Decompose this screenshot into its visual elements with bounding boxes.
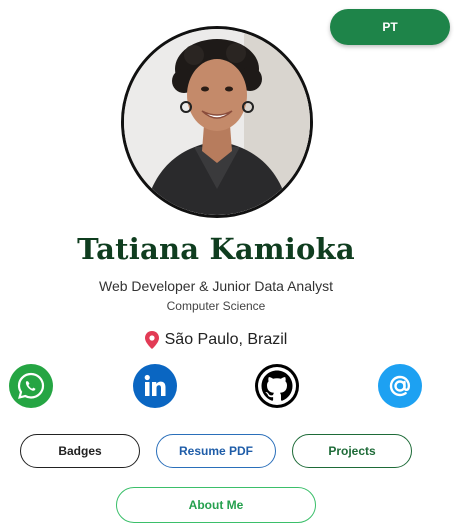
profile-location: São Paulo, Brazil [0, 331, 432, 349]
projects-button[interactable]: Projects [292, 434, 412, 468]
profile-name: Tatiana Kamioka [77, 232, 355, 266]
map-pin-icon [144, 331, 159, 349]
language-toggle-button[interactable]: PT [330, 9, 450, 45]
email-link[interactable] [378, 364, 422, 408]
profile-role: Web Developer & Junior Data Analyst [99, 278, 333, 294]
github-icon [258, 367, 296, 405]
profile-field: Computer Science [166, 299, 266, 313]
about-me-button[interactable]: About Me [116, 487, 316, 523]
avatar [121, 26, 313, 218]
resume-pdf-button[interactable]: Resume PDF [156, 434, 276, 468]
whatsapp-icon [17, 372, 45, 399]
at-icon [389, 375, 411, 397]
badges-button[interactable]: Badges [20, 434, 140, 468]
whatsapp-link[interactable] [9, 364, 53, 408]
avatar-photo [124, 29, 310, 215]
github-link[interactable] [255, 364, 299, 408]
linkedin-icon [144, 374, 166, 396]
location-text: São Paulo, Brazil [164, 331, 288, 348]
profile-page: PT Tatiana Kamioka Web Developer & Junio… [0, 0, 454, 531]
linkedin-link[interactable] [133, 364, 177, 408]
